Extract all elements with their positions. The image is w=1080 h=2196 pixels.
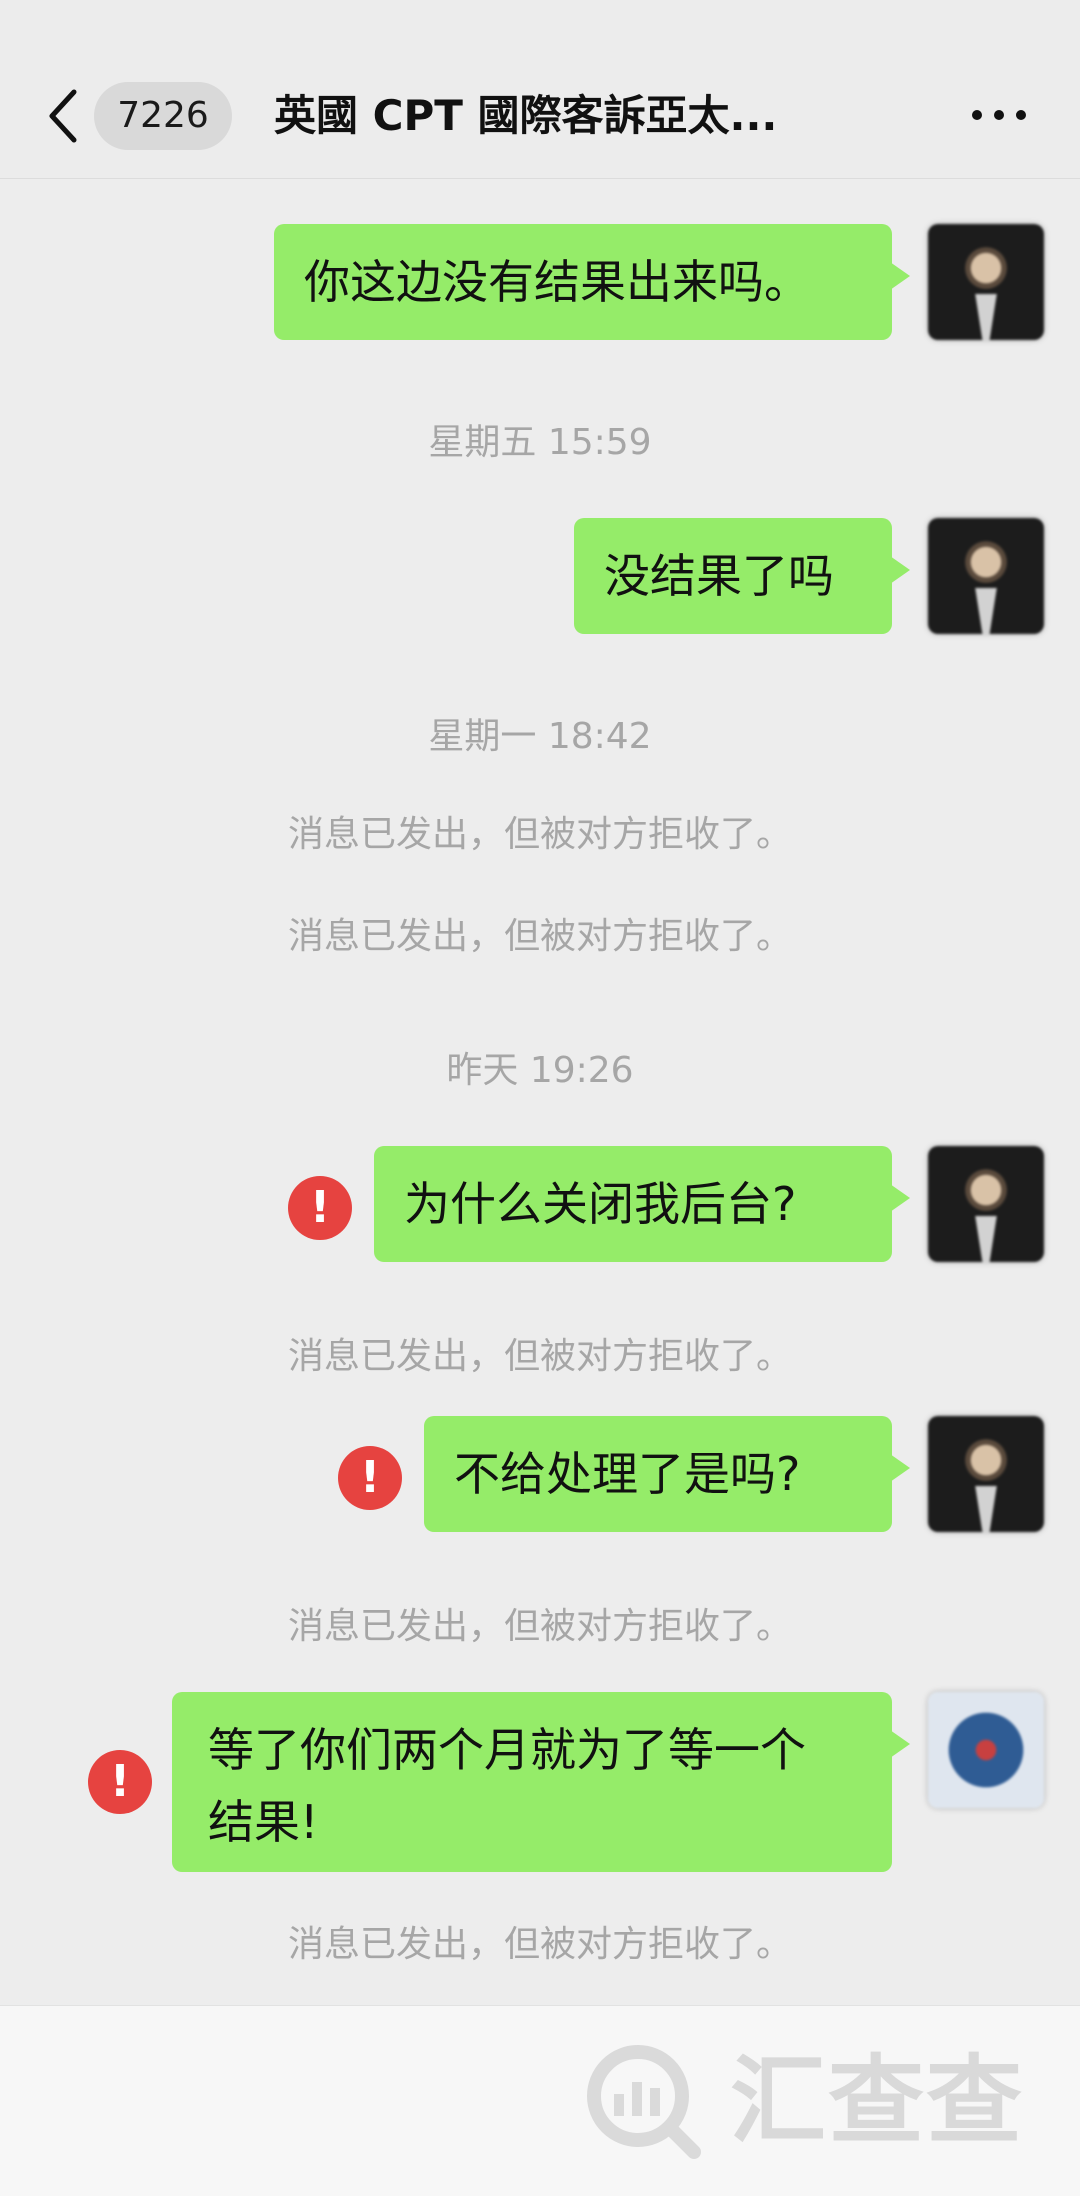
- message-bubble[interactable]: 没结果了吗: [574, 518, 910, 634]
- message-bubble[interactable]: 等了你们两个月就为了等一个 结果!: [172, 1692, 910, 1872]
- chat-title: 英國 CPT 國際客訴亞太...: [274, 91, 778, 140]
- avatar[interactable]: [928, 518, 1044, 634]
- exclamation-icon[interactable]: !: [88, 1750, 152, 1814]
- more-dots-icon[interactable]: [972, 100, 1026, 130]
- rejected-notice: 消息已发出，但被对方拒收了。: [287, 814, 792, 855]
- avatar[interactable]: [928, 224, 1044, 340]
- avatar[interactable]: [928, 1146, 1044, 1262]
- rejected-notice: 消息已发出，但被对方拒收了。: [287, 916, 792, 957]
- timestamp: 星期一 18:42: [428, 716, 652, 757]
- rejected-notice: 消息已发出，但被对方拒收了。: [287, 1336, 792, 1377]
- exclamation-icon[interactable]: !: [338, 1446, 402, 1510]
- timestamp: 昨天 19:26: [446, 1050, 634, 1091]
- message-bubble[interactable]: 不给处理了是吗?: [424, 1416, 910, 1532]
- message-bubble[interactable]: 为什么关闭我后台?: [374, 1146, 910, 1262]
- chat-header: 7226 英國 CPT 國際客訴亞太...: [0, 0, 1080, 179]
- bottom-bar: 汇查查: [0, 2005, 1080, 2196]
- rejected-notice: 消息已发出，但被对方拒收了。: [287, 1924, 792, 1965]
- chevron-left-icon[interactable]: [44, 88, 84, 144]
- message-bubble[interactable]: 你这边没有结果出来吗。: [274, 224, 910, 340]
- rejected-notice: 消息已发出，但被对方拒收了。: [287, 1606, 792, 1647]
- unread-count-badge[interactable]: 7226: [94, 82, 232, 150]
- timestamp: 星期五 15:59: [428, 422, 652, 463]
- avatar[interactable]: [928, 1416, 1044, 1532]
- avatar[interactable]: [928, 1692, 1044, 1808]
- message-list[interactable]: 你这边没有结果出来吗。 星期五 15:59 没结果了吗 星期一 18:42 消息…: [0, 180, 1080, 2005]
- exclamation-icon[interactable]: !: [288, 1176, 352, 1240]
- magnifier-chart-icon: [587, 2045, 701, 2159]
- watermark-brand: 汇查查: [730, 2045, 1024, 2157]
